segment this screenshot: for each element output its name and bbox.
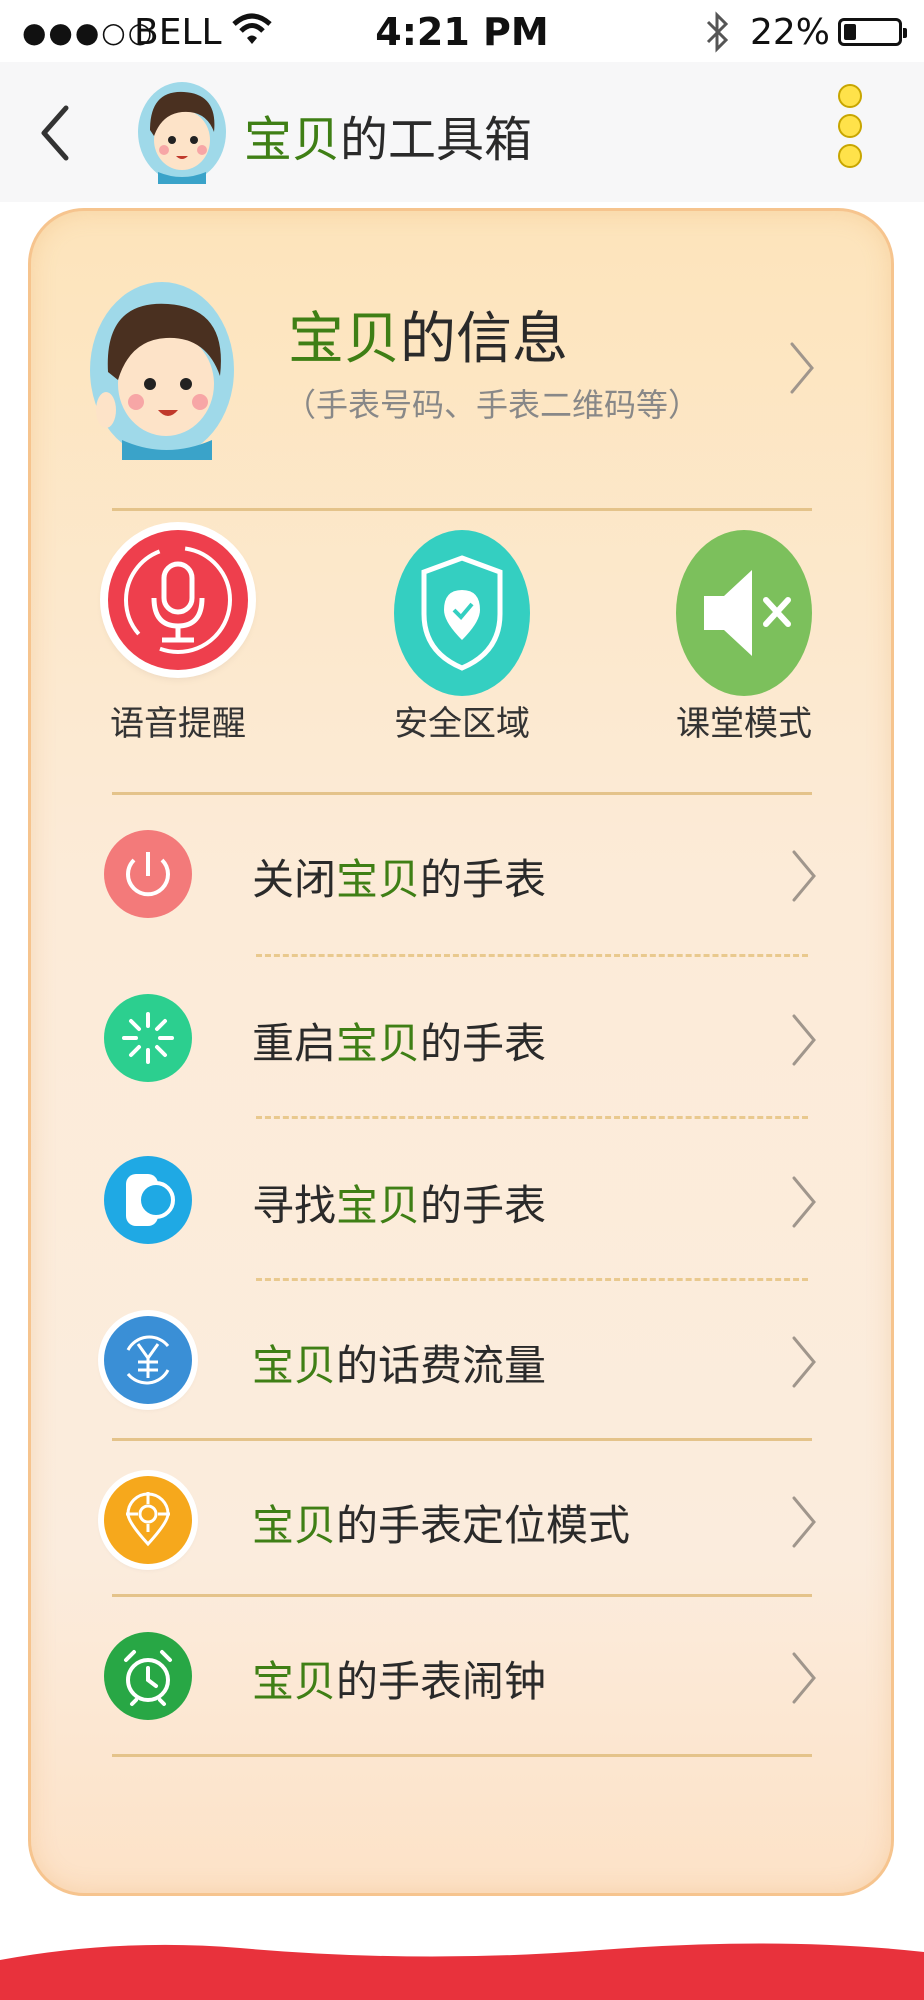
more-options-button[interactable]: [830, 78, 870, 188]
page-title: 宝贝的工具箱: [244, 100, 532, 170]
dashed-divider: [256, 1278, 808, 1281]
more-dot-icon: [838, 114, 862, 138]
chevron-right-icon: [792, 1336, 816, 1388]
safe-zone-circle: [394, 530, 530, 696]
divider: [112, 1438, 812, 1441]
chevron-right-icon: [792, 850, 816, 902]
navigation-bar: 宝贝的工具箱: [0, 62, 924, 202]
dashed-divider: [256, 1116, 808, 1119]
baby-info-title-text: 的信息: [400, 307, 568, 372]
chevron-right-icon: [792, 1176, 816, 1228]
baby-info-subtitle: （手表号码、手表二维码等）: [284, 386, 701, 424]
phone-fee-data-row[interactable]: 宝贝的话费流量: [96, 1306, 822, 1416]
title-text: 的工具箱: [340, 112, 533, 168]
status-bar: ●●●○○ BELL 4:21 PM 22%: [0, 0, 924, 62]
shutdown-watch-row[interactable]: 关闭宝贝的手表: [96, 820, 822, 930]
restart-icon: [104, 994, 192, 1082]
voice-reminder-circle: [108, 530, 248, 670]
chevron-right-icon: [792, 1014, 816, 1066]
bottom-wave-decoration: [0, 1943, 924, 2000]
chevron-right-icon: [792, 1652, 816, 1704]
location-target-icon: [104, 1476, 192, 1564]
safe-zone-button[interactable]: 安全区域: [372, 530, 552, 745]
title-highlight: 宝贝: [244, 112, 341, 168]
more-dot-icon: [838, 144, 862, 168]
alarm-clock-icon: [104, 1632, 192, 1720]
dashed-divider: [256, 954, 808, 957]
battery-icon: [838, 18, 907, 46]
back-chevron-icon[interactable]: [30, 98, 80, 168]
bluetooth-icon: [706, 11, 729, 53]
restart-watch-row[interactable]: 重启宝贝的手表: [96, 984, 822, 1094]
watch-alarm-row[interactable]: 宝贝的手表闹钟: [96, 1622, 822, 1732]
voice-reminder-label: 语音提醒: [110, 704, 246, 744]
watch-icon: [104, 1156, 192, 1244]
more-dot-icon: [838, 84, 862, 108]
positioning-mode-label: 宝贝的手表定位模式: [252, 1501, 631, 1550]
positioning-mode-row[interactable]: 宝贝的手表定位模式: [96, 1466, 822, 1576]
chevron-right-icon: [792, 1496, 816, 1548]
shield-icon: [421, 555, 503, 671]
restart-watch-label: 重启宝贝的手表: [252, 1019, 547, 1068]
voice-reminder-button[interactable]: 语音提醒: [88, 530, 268, 745]
phone-fee-data-label: 宝贝的话费流量: [252, 1341, 547, 1390]
watch-alarm-label: 宝贝的手表闹钟: [252, 1657, 547, 1706]
battery-percent: 22%: [750, 12, 831, 53]
safe-zone-label: 安全区域: [394, 704, 530, 744]
baby-info-title-highlight: 宝贝: [288, 307, 400, 372]
baby-avatar: [90, 282, 234, 460]
baby-info-row[interactable]: 宝贝的信息 （手表号码、手表二维码等）: [88, 280, 814, 460]
find-watch-label: 寻找宝贝的手表: [252, 1181, 547, 1230]
class-mode-circle: [676, 530, 812, 696]
class-mode-label: 课堂模式: [676, 704, 812, 744]
divider: [112, 1754, 812, 1757]
avatar: [138, 82, 226, 184]
yuan-icon: [104, 1316, 192, 1404]
divider: [112, 1594, 812, 1597]
baby-info-title: 宝贝的信息: [288, 294, 568, 375]
power-icon: [104, 830, 192, 918]
shutdown-watch-label: 关闭宝贝的手表: [252, 855, 547, 904]
chevron-right-icon: [790, 342, 814, 394]
find-watch-row[interactable]: 寻找宝贝的手表: [96, 1146, 822, 1256]
class-mode-button[interactable]: 课堂模式: [654, 530, 834, 745]
mute-speaker-icon: [704, 570, 791, 656]
divider: [112, 792, 812, 795]
divider: [112, 508, 812, 511]
microphone-icon: [124, 546, 232, 654]
